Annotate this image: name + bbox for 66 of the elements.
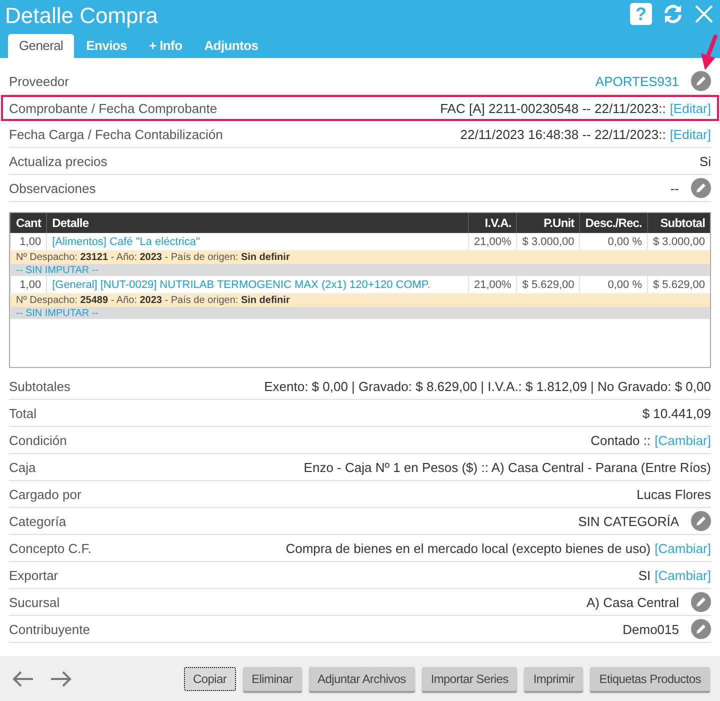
allocation-link[interactable]: -- SIN IMPUTAR -- <box>10 307 710 319</box>
field-value: SIN CATEGORÍA <box>578 514 679 528</box>
action-link[interactable]: [Cambiar] <box>654 568 711 582</box>
tab[interactable]: Adjuntos <box>194 34 268 58</box>
action-button[interactable]: Eliminar <box>242 666 302 690</box>
field-value: -- <box>670 180 679 196</box>
window-title: Detalle Compra <box>5 2 158 30</box>
close-icon[interactable] <box>694 4 714 24</box>
action-link[interactable]: [Cambiar] <box>654 432 711 448</box>
action-button[interactable]: Adjuntar Archivos <box>308 666 415 690</box>
field-label: Sucursal <box>9 594 61 610</box>
dispatch-info: Nº Despacho: 23121 - Año: 2023 - País de origen: Sin definir <box>10 250 710 264</box>
field-label: Categoría <box>9 514 68 528</box>
edit-icon[interactable] <box>691 511 711 531</box>
supplier-link[interactable]: APORTES931 <box>595 74 679 88</box>
back-arrow-icon[interactable] <box>12 670 34 688</box>
field-value: SI <box>638 568 651 582</box>
field-label: Actualiza precios <box>9 154 108 168</box>
field-label: Total <box>9 406 38 420</box>
action-link[interactable]: [Cambiar] <box>654 540 711 556</box>
action-button[interactable]: Imprimir <box>524 666 584 690</box>
action-button[interactable]: Etiquetas Productos <box>590 666 710 690</box>
field-value: Lucas Flores <box>636 486 711 502</box>
action-button[interactable]: Copiar <box>184 666 236 690</box>
field-label: Observaciones <box>9 180 97 196</box>
field-value: A) Casa Central <box>586 594 679 610</box>
field-label: Fecha Carga / Fecha Contabilización <box>9 126 224 142</box>
field-value: $ 10.441,09 <box>642 406 711 420</box>
field-label: Proveedor <box>9 74 70 88</box>
field-label: Concepto C.F. <box>9 540 92 556</box>
field-value: Demo015 <box>622 622 679 636</box>
tab[interactable]: Envios <box>76 34 137 58</box>
column-header: Subtotal <box>648 213 710 233</box>
column-header: P.Unit <box>516 213 580 233</box>
field-label: Exportar <box>9 568 60 582</box>
edit-icon[interactable] <box>691 619 711 639</box>
action-button[interactable]: Importar Series <box>422 666 518 690</box>
field-label: Contribuyente <box>9 622 91 636</box>
field-value: Compra de bienes en el mercado local (excepto bienes de uso) <box>286 540 651 556</box>
allocation-link[interactable]: -- SIN IMPUTAR -- <box>10 264 710 276</box>
column-header: Cant <box>10 213 47 233</box>
forward-arrow-icon[interactable] <box>50 670 72 688</box>
field-value: Si <box>699 154 711 168</box>
column-header: Desc./Rec. <box>580 213 648 233</box>
action-link[interactable]: [Editar] <box>670 100 711 116</box>
action-link[interactable]: [Editar] <box>670 126 711 142</box>
field-value: FAC [A] 2211-00230548 -- 22/11/2023:: <box>440 100 666 116</box>
field-label: Condición <box>9 432 68 448</box>
edit-icon[interactable] <box>691 592 711 612</box>
tab[interactable]: + Info <box>138 34 192 58</box>
edit-icon[interactable] <box>691 178 711 198</box>
field-label: Caja <box>9 460 37 474</box>
field-value: Contado :: <box>590 432 651 448</box>
field-label: Comprobante / Fecha Comprobante <box>9 100 218 116</box>
column-header: Detalle <box>46 213 468 233</box>
field-label: Cargado por <box>9 486 82 502</box>
dispatch-info: Nº Despacho: 25489 - Año: 2023 - País de origen: Sin definir <box>10 294 710 307</box>
field-value: 22/11/2023 16:48:38 -- 22/11/2023:: <box>460 126 666 142</box>
column-header: I.V.A. <box>468 213 517 233</box>
refresh-icon[interactable] <box>662 3 684 25</box>
edit-icon[interactable] <box>691 71 711 91</box>
tab[interactable]: General <box>8 34 74 58</box>
help-button[interactable]: ? <box>630 3 652 25</box>
field-value: Exento: $ 0,00 | Gravado: $ 8.629,00 | I.V.A.: $ 1.812,09 | No Gravado: $ 0,00 <box>264 378 711 394</box>
field-label: Subtotales <box>9 378 72 394</box>
field-value: Enzo - Caja Nº 1 en Pesos ($) :: A) Casa Central - Parana (Entre Ríos) <box>304 460 711 474</box>
